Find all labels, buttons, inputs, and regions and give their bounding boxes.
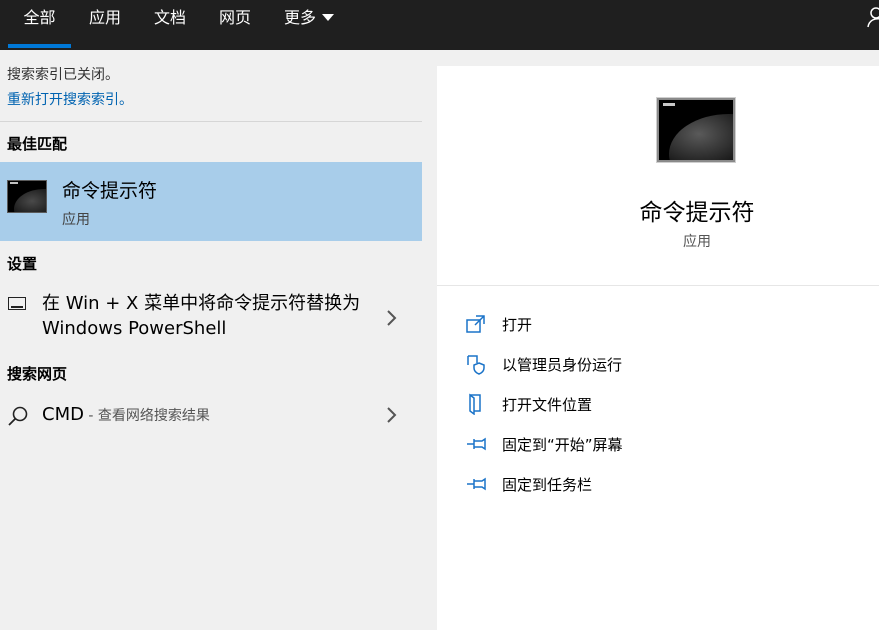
web-search-suffix: - 查看网络搜索结果 xyxy=(83,408,210,424)
action-open-file-location[interactable]: 打开文件位置 xyxy=(465,390,865,418)
action-pin-to-start[interactable]: 固定到“开始”屏幕 xyxy=(465,430,865,458)
index-off-notice: 搜索索引已关闭。 xyxy=(7,67,119,83)
pin-icon xyxy=(467,437,486,451)
action-open-label: 打开 xyxy=(502,316,533,334)
shield-icon xyxy=(467,355,485,375)
section-search-web: 搜索网页 xyxy=(7,365,68,383)
reenable-index-link[interactable]: 重新打开搜索索引。 xyxy=(7,89,133,109)
pin-icon xyxy=(467,477,486,491)
section-settings: 设置 xyxy=(7,255,38,273)
file-location-icon xyxy=(469,393,481,415)
caret-down-icon xyxy=(322,13,335,21)
action-pin-to-taskbar[interactable]: 固定到任务栏 xyxy=(465,470,865,498)
action-open-file-location-label: 打开文件位置 xyxy=(502,396,593,414)
web-search-item[interactable]: CMD - 查看网络搜索结果 xyxy=(0,393,422,439)
divider xyxy=(437,285,879,286)
tab-all[interactable]: 全部 xyxy=(8,0,71,50)
monitor-icon xyxy=(8,297,26,310)
command-prompt-icon xyxy=(7,180,47,213)
tab-more-label: 更多 xyxy=(284,8,317,27)
results-pane: 搜索索引已关闭。 重新打开搜索索引。 最佳匹配 命令提示符 应用 设置 在 Wi… xyxy=(0,50,422,630)
action-run-as-admin-label: 以管理员身份运行 xyxy=(502,356,623,374)
command-prompt-icon xyxy=(657,98,735,162)
detail-pane: 命令提示符 应用 打开 以管理员身份运行 打开文件位置 固定到“开始”屏幕 固定… xyxy=(437,66,879,630)
web-search-label: CMD - 查看网络搜索结果 xyxy=(42,404,210,425)
divider xyxy=(0,121,422,122)
tab-web[interactable]: 网页 xyxy=(206,0,264,50)
action-open[interactable]: 打开 xyxy=(465,310,865,338)
action-pin-to-taskbar-label: 固定到任务栏 xyxy=(502,476,593,494)
setting-item-label: 在 Win + X 菜单中将命令提示符替换为 Windows PowerShel… xyxy=(42,293,361,339)
best-match-title: 命令提示符 xyxy=(62,180,158,202)
search-tab-bar: 全部 应用 文档 网页 更多 xyxy=(0,0,879,50)
action-pin-to-start-label: 固定到“开始”屏幕 xyxy=(502,436,623,454)
best-match-item[interactable]: 命令提示符 应用 xyxy=(0,162,422,241)
action-run-as-admin[interactable]: 以管理员身份运行 xyxy=(465,350,865,378)
tab-apps[interactable]: 应用 xyxy=(76,0,134,50)
chevron-right-icon[interactable] xyxy=(386,308,398,328)
setting-item-powershell[interactable]: 在 Win + X 菜单中将命令提示符替换为 Windows PowerShel… xyxy=(0,283,422,351)
detail-title: 命令提示符 xyxy=(639,200,755,226)
web-search-query: CMD xyxy=(42,404,84,425)
search-icon xyxy=(8,406,28,426)
user-icon[interactable] xyxy=(867,6,879,28)
detail-subtitle: 应用 xyxy=(683,234,711,250)
section-best-match: 最佳匹配 xyxy=(7,135,68,153)
tab-documents[interactable]: 文档 xyxy=(142,0,198,50)
best-match-subtitle: 应用 xyxy=(62,212,90,228)
chevron-right-icon[interactable] xyxy=(386,405,398,425)
tab-more[interactable]: 更多 xyxy=(272,0,352,50)
open-icon xyxy=(466,315,485,333)
